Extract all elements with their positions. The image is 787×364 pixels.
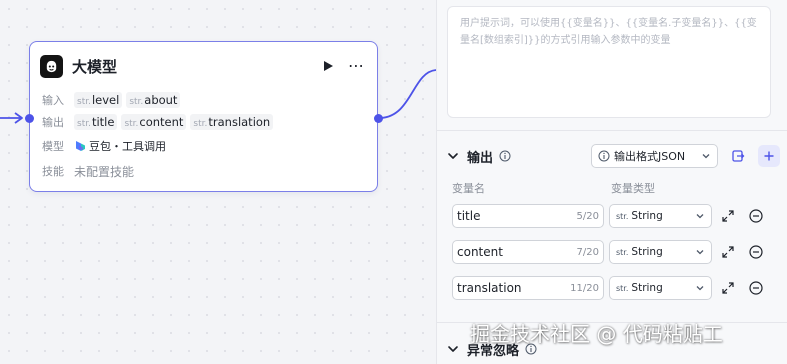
- expand-arrows-icon[interactable]: [720, 280, 736, 296]
- play-icon[interactable]: [320, 58, 336, 74]
- output-variable-row: translation 11/20 str. String: [452, 276, 772, 300]
- variable-name-input[interactable]: content 7/20: [452, 240, 604, 264]
- output-chip-title: str. title: [74, 114, 118, 130]
- variable-type-select[interactable]: str. String: [609, 204, 712, 228]
- section-divider: [437, 130, 787, 131]
- variable-name-count: 11/20: [570, 282, 599, 294]
- column-header-name: 变量名: [452, 182, 485, 195]
- node-model-row: 模型 豆包・工具调用: [42, 136, 166, 156]
- output-chip-translation: str. translation: [190, 114, 274, 130]
- expand-arrows-icon[interactable]: [720, 244, 736, 260]
- add-variable-button[interactable]: [758, 145, 780, 167]
- node-header: 大模型 ⋯: [40, 54, 365, 78]
- more-dots-icon[interactable]: ⋯: [348, 58, 365, 74]
- node-config-panel: 用户提示词，可以使用{{变量名}}、{{变量名.子变量名}}、{{变量名[数组索…: [436, 0, 787, 364]
- input-port[interactable]: [25, 114, 34, 123]
- output-name: content: [139, 115, 184, 129]
- node-outputs-row: 输出 str. title str. content str. translat…: [42, 112, 277, 132]
- llm-node-card[interactable]: 大模型 ⋯ 输入 str. level str. about 输出 str. t…: [29, 41, 378, 192]
- chevron-down-icon: [696, 214, 704, 219]
- chevron-down-icon[interactable]: [447, 150, 459, 162]
- info-icon[interactable]: [499, 150, 511, 162]
- minus-circle-icon[interactable]: [748, 280, 764, 296]
- node-skills-row: 技能 未配置技能: [42, 161, 134, 181]
- llm-robot-icon: [40, 54, 63, 78]
- type-value: String: [631, 210, 663, 222]
- column-header-type: 变量类型: [611, 182, 655, 195]
- chevron-down-icon[interactable]: [447, 343, 459, 355]
- input-chip-about: str. about: [126, 92, 181, 108]
- type-prefix: str.: [616, 211, 629, 221]
- output-chip-content: str. content: [121, 114, 187, 130]
- output-name: translation: [208, 115, 271, 129]
- output-port[interactable]: [374, 114, 383, 123]
- minus-circle-icon[interactable]: [748, 244, 764, 260]
- outputs-label: 输出: [42, 116, 64, 129]
- node-inputs-row: 输入 str. level str. about: [42, 90, 184, 110]
- chevron-down-icon: [696, 250, 704, 255]
- output-section-header: 输出 输出格式JSON: [447, 144, 780, 168]
- plus-icon: [764, 151, 774, 161]
- output-type: str.: [124, 119, 139, 129]
- node-title: 大模型: [72, 57, 118, 76]
- output-name: title: [91, 115, 115, 129]
- watermark: 掘金技术社区 @ 代码粘贴工: [470, 322, 723, 346]
- variable-type-select[interactable]: str. String: [609, 240, 712, 264]
- output-variable-row: content 7/20 str. String: [452, 240, 772, 264]
- minus-circle-icon[interactable]: [748, 208, 764, 224]
- variable-name-input[interactable]: translation 11/20: [452, 276, 604, 300]
- output-type: str.: [77, 119, 91, 129]
- output-format-select[interactable]: 输出格式JSON: [591, 144, 718, 168]
- chevron-down-icon: [702, 154, 710, 159]
- variable-name-value: title: [457, 209, 481, 223]
- variable-name-input[interactable]: title 5/20: [452, 204, 604, 228]
- info-icon: [598, 150, 610, 162]
- output-section-title: 输出: [467, 150, 494, 166]
- variable-name-count: 7/20: [576, 246, 599, 258]
- variable-name-count: 5/20: [576, 210, 599, 222]
- chevron-down-icon: [696, 286, 704, 291]
- doubao-logo-icon: [76, 141, 85, 151]
- variable-name-value: content: [457, 245, 503, 259]
- type-prefix: str.: [616, 247, 629, 257]
- outgoing-edge: [378, 69, 437, 119]
- import-icon: [732, 150, 745, 162]
- incoming-edge-arrow: [14, 112, 23, 124]
- output-format-label: 输出格式JSON: [614, 150, 686, 163]
- variable-type-select[interactable]: str. String: [609, 276, 712, 300]
- user-prompt-textarea[interactable]: 用户提示词，可以使用{{变量名}}、{{变量名.子变量名}}、{{变量名[数组索…: [447, 6, 771, 118]
- type-prefix: str.: [616, 283, 629, 293]
- type-value: String: [631, 246, 663, 258]
- model-label: 模型: [42, 140, 64, 153]
- import-button[interactable]: [727, 145, 749, 167]
- output-type: str.: [193, 119, 208, 129]
- prompt-placeholder: 用户提示词，可以使用{{变量名}}、{{变量名.子变量名}}、{{变量名[数组索…: [460, 18, 757, 46]
- inputs-label: 输入: [42, 94, 64, 107]
- skills-value: 未配置技能: [74, 164, 135, 179]
- skills-label: 技能: [42, 165, 64, 178]
- type-value: String: [631, 282, 663, 294]
- input-name: about: [144, 93, 178, 107]
- input-type: str.: [77, 97, 91, 107]
- input-chip-level: str. level: [74, 92, 123, 108]
- input-name: level: [91, 93, 120, 107]
- input-type: str.: [129, 97, 144, 107]
- expand-arrows-icon[interactable]: [720, 208, 736, 224]
- variable-name-value: translation: [457, 281, 522, 295]
- model-name: 豆包・工具调用: [89, 140, 166, 153]
- output-variable-row: title 5/20 str. String: [452, 204, 772, 228]
